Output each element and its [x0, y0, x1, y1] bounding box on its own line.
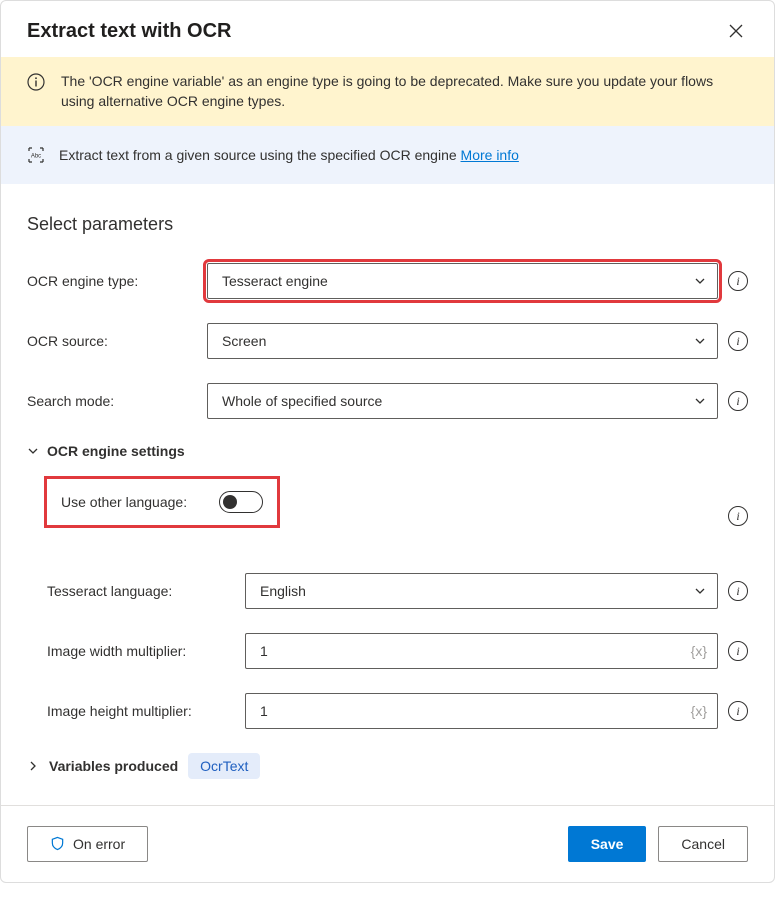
chevron-right-icon	[27, 760, 39, 772]
field-ocr-engine-type: OCR engine type: Tesseract engine i	[27, 263, 748, 299]
field-use-other-language: Use other language:	[47, 479, 277, 525]
dialog-content: Select parameters OCR engine type: Tesse…	[1, 184, 774, 805]
info-button-engine-type[interactable]: i	[728, 271, 748, 291]
settings-header-text: OCR engine settings	[47, 443, 185, 459]
select-search-mode[interactable]: Whole of specified source	[207, 383, 718, 419]
close-icon	[728, 23, 744, 39]
description-text: Extract text from a given source using t…	[59, 147, 519, 163]
ocr-engine-settings-block: Use other language: i Tesseract language…	[27, 479, 748, 729]
label-tesseract-language: Tesseract language:	[47, 583, 235, 599]
info-button-width-multiplier[interactable]: i	[728, 641, 748, 661]
label-search-mode: Search mode:	[27, 393, 197, 409]
field-ocr-source: OCR source: Screen i	[27, 323, 748, 359]
label-width-multiplier: Image width multiplier:	[47, 643, 235, 659]
input-value: 1	[260, 703, 268, 719]
variables-produced-header[interactable]: Variables produced OcrText	[27, 753, 748, 779]
select-value: English	[260, 583, 306, 599]
variable-picker-icon[interactable]: {x}	[691, 643, 707, 659]
info-button-tesseract-language[interactable]: i	[728, 581, 748, 601]
description-banner: Abc Extract text from a given source usi…	[1, 126, 774, 184]
input-width-multiplier[interactable]: 1 {x}	[245, 633, 718, 669]
variable-badge-ocrtext[interactable]: OcrText	[188, 753, 260, 779]
svg-text:Abc: Abc	[31, 153, 41, 159]
dialog-extract-text-ocr: Extract text with OCR The 'OCR engine va…	[0, 0, 775, 883]
chevron-down-icon	[27, 445, 39, 457]
deprecation-warning-banner: The 'OCR engine variable' as an engine t…	[1, 57, 774, 126]
info-button-use-other-language[interactable]: i	[728, 506, 748, 526]
on-error-button[interactable]: On error	[27, 826, 148, 862]
info-icon	[27, 73, 45, 91]
section-title: Select parameters	[27, 214, 748, 235]
label-ocr-engine-type: OCR engine type:	[27, 273, 197, 289]
select-value: Screen	[222, 333, 266, 349]
shield-icon	[50, 836, 65, 851]
warning-text: The 'OCR engine variable' as an engine t…	[61, 71, 748, 112]
chevron-down-icon	[693, 334, 707, 348]
field-height-multiplier: Image height multiplier: 1 {x} i	[47, 693, 748, 729]
dialog-title: Extract text with OCR	[27, 20, 231, 43]
label-ocr-source: OCR source:	[27, 333, 197, 349]
select-ocr-source[interactable]: Screen	[207, 323, 718, 359]
chevron-down-icon	[693, 394, 707, 408]
dialog-footer: On error Save Cancel	[1, 805, 774, 882]
select-tesseract-language[interactable]: English	[245, 573, 718, 609]
abc-icon: Abc	[27, 146, 45, 164]
select-value: Whole of specified source	[222, 393, 382, 409]
field-width-multiplier: Image width multiplier: 1 {x} i	[47, 633, 748, 669]
cancel-button[interactable]: Cancel	[658, 826, 748, 862]
input-height-multiplier[interactable]: 1 {x}	[245, 693, 718, 729]
field-search-mode: Search mode: Whole of specified source i	[27, 383, 748, 419]
toggle-use-other-language[interactable]	[219, 491, 263, 513]
chevron-down-icon	[693, 274, 707, 288]
select-value: Tesseract engine	[222, 273, 328, 289]
info-button-search-mode[interactable]: i	[728, 391, 748, 411]
dialog-header: Extract text with OCR	[1, 1, 774, 57]
more-info-link[interactable]: More info	[461, 147, 519, 163]
save-button[interactable]: Save	[568, 826, 647, 862]
variables-produced-text: Variables produced	[49, 758, 178, 774]
toggle-knob	[223, 495, 237, 509]
info-button-ocr-source[interactable]: i	[728, 331, 748, 351]
variable-picker-icon[interactable]: {x}	[691, 703, 707, 719]
info-button-height-multiplier[interactable]: i	[728, 701, 748, 721]
label-use-other-language: Use other language:	[61, 494, 187, 510]
ocr-engine-settings-header[interactable]: OCR engine settings	[27, 443, 748, 459]
close-button[interactable]	[724, 19, 748, 43]
input-value: 1	[260, 643, 268, 659]
select-ocr-engine-type[interactable]: Tesseract engine	[207, 263, 718, 299]
chevron-down-icon	[693, 584, 707, 598]
field-tesseract-language: Tesseract language: English i	[47, 573, 748, 609]
label-height-multiplier: Image height multiplier:	[47, 703, 235, 719]
